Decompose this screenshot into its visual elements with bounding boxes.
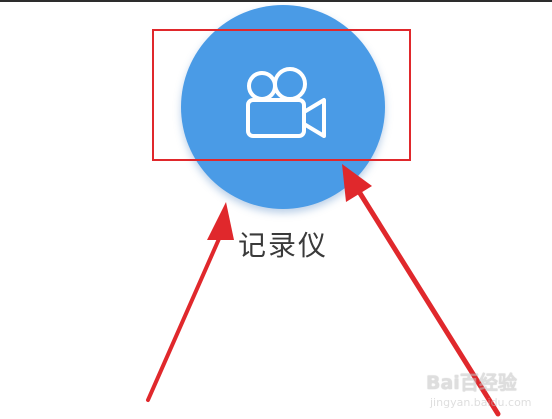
highlight-box [152,29,411,161]
watermark-logo: Bai百经验 [426,372,517,394]
dashcam-app-label: 记录仪 [237,229,328,262]
top-divider [0,0,552,2]
baidu-jingyan-watermark: Bai百经验 jingyan.baidu.com [426,368,546,414]
watermark-url: jingyan.baidu.com [430,396,532,409]
